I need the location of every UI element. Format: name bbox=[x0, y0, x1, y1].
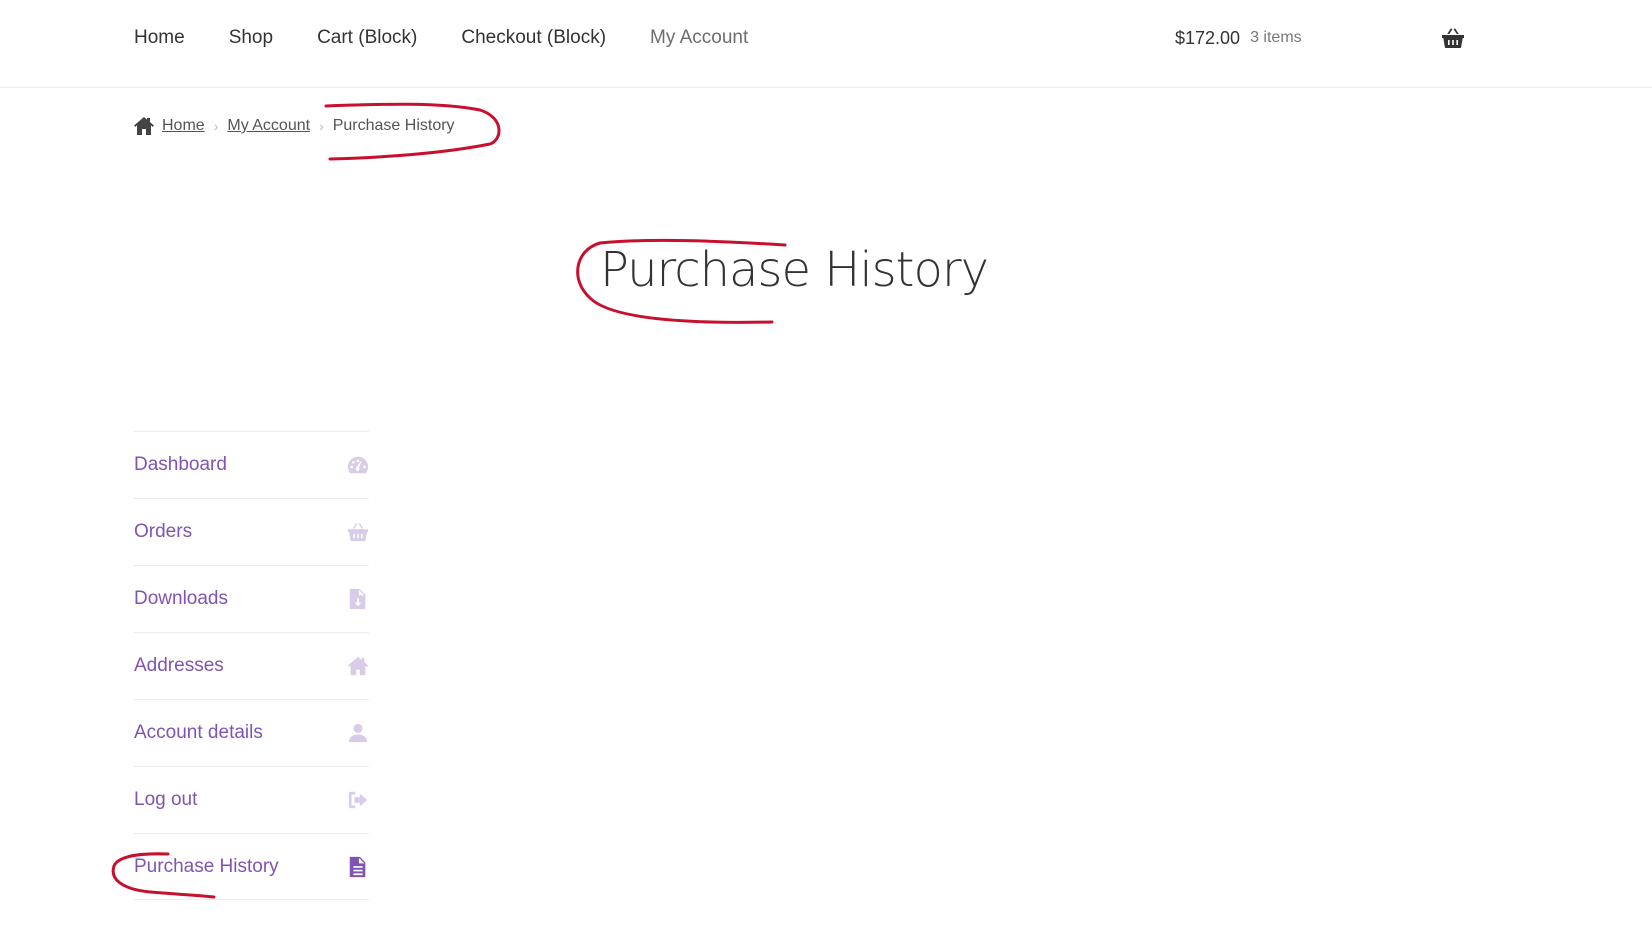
primary-nav: Home Shop Cart (Block) Checkout (Block) … bbox=[134, 0, 792, 76]
breadcrumb-separator: › bbox=[319, 118, 324, 134]
nav-my-account-link[interactable]: My Account bbox=[650, 27, 748, 49]
dashboard-icon bbox=[347, 454, 369, 476]
cart-total: $172.00 bbox=[1175, 27, 1241, 48]
home-icon bbox=[347, 655, 369, 677]
account-nav-log-out[interactable]: Log out bbox=[134, 766, 369, 833]
basket-icon[interactable] bbox=[1441, 26, 1465, 50]
nav-checkout-block-link[interactable]: Checkout (Block) bbox=[461, 27, 606, 49]
account-nav-label: Account details bbox=[134, 722, 263, 743]
page: Home Shop Cart (Block) Checkout (Block) … bbox=[0, 0, 1652, 925]
basket-icon bbox=[347, 521, 369, 543]
file-download-icon bbox=[347, 588, 369, 610]
page-title: Purchase History bbox=[600, 242, 989, 298]
account-nav-account-details[interactable]: Account details bbox=[134, 699, 369, 766]
header-cart[interactable]: $172.00 3 items bbox=[1175, 0, 1302, 76]
breadcrumb: Home › My Account › Purchase History bbox=[134, 117, 455, 135]
nav-shop-link[interactable]: Shop bbox=[229, 27, 273, 49]
account-nav-dashboard[interactable]: Dashboard bbox=[134, 431, 369, 498]
account-navigation: Dashboard Orders Downloads Addresses Acc… bbox=[134, 431, 369, 900]
account-nav-orders[interactable]: Orders bbox=[134, 498, 369, 565]
account-nav-downloads[interactable]: Downloads bbox=[134, 565, 369, 632]
breadcrumb-home-link[interactable]: Home bbox=[162, 117, 205, 135]
account-nav-label: Downloads bbox=[134, 588, 228, 609]
breadcrumb-current: Purchase History bbox=[332, 117, 455, 134]
account-nav-label: Purchase History bbox=[134, 855, 279, 877]
home-icon bbox=[134, 117, 154, 135]
breadcrumb-my-account-link[interactable]: My Account bbox=[227, 117, 310, 135]
breadcrumb-separator: › bbox=[213, 118, 219, 134]
account-nav-purchase-history[interactable]: Purchase History bbox=[134, 833, 369, 900]
account-nav-label: Orders bbox=[134, 521, 193, 542]
account-nav-label: Log out bbox=[134, 789, 198, 810]
account-nav-label: Dashboard bbox=[134, 454, 227, 475]
nav-cart-block-link[interactable]: Cart (Block) bbox=[317, 27, 417, 49]
document-icon bbox=[347, 856, 369, 878]
sign-out-icon bbox=[347, 789, 369, 811]
site-header: Home Shop Cart (Block) Checkout (Block) … bbox=[0, 0, 1652, 88]
account-nav-label: Addresses bbox=[134, 655, 224, 676]
cart-item-count: 3 items bbox=[1250, 29, 1302, 46]
nav-home-link[interactable]: Home bbox=[134, 27, 185, 49]
account-nav-addresses[interactable]: Addresses bbox=[134, 632, 369, 699]
user-icon bbox=[347, 722, 369, 744]
